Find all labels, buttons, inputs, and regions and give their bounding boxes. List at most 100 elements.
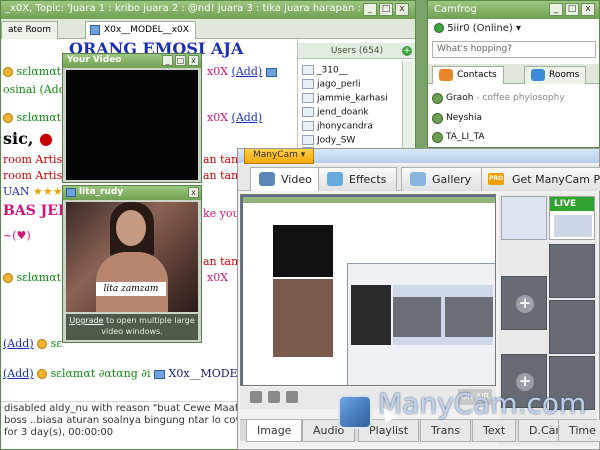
close-icon[interactable]: x (188, 55, 199, 66)
contacts-icon (439, 69, 453, 81)
empty-source-slot[interactable]: + (501, 276, 547, 330)
tab-get-pro[interactable]: PRO Get ManyCam Pro (481, 167, 600, 191)
video-caption: lita zamzam (96, 282, 166, 296)
user-item[interactable]: _310__ (302, 65, 348, 76)
chat-line: sic, ● (3, 129, 53, 148)
maximize-icon[interactable]: □ (175, 55, 186, 66)
upgrade-link[interactable]: Upgrade (69, 316, 103, 325)
add-user-icon[interactable]: + (402, 46, 412, 56)
tab-trans[interactable]: Trans (420, 420, 472, 442)
manycam-bottom-tabs: Image Audio Playlist Trans Text D.Cam Ti… (240, 419, 600, 442)
contact-avatar-icon (432, 132, 443, 143)
pc-icon (153, 369, 165, 379)
close-icon[interactable]: x (395, 3, 409, 16)
tab-rooms[interactable]: Rooms (524, 66, 587, 84)
user-item[interactable]: jago_perli (302, 79, 361, 90)
pro-badge: PRO (488, 173, 504, 185)
camfrog-panel: Camfrog _ □ x 5iir0 (Online) ▾ What's ho… (427, 0, 600, 148)
upgrade-notice: Upgrade to open multiple large video win… (66, 314, 198, 340)
tab-video[interactable]: Video (250, 167, 323, 191)
webcam-icon (302, 65, 314, 75)
stars-icon: ★★★ (33, 185, 63, 198)
tab-image[interactable]: Image (246, 420, 303, 442)
minimize-icon[interactable]: _ (549, 3, 563, 16)
maximize-icon[interactable]: □ (565, 3, 579, 16)
lita-video-feed: lita zamzam (66, 202, 198, 312)
user-item[interactable]: jend_doank (302, 107, 369, 118)
close-icon[interactable]: x (188, 187, 199, 198)
chat-line: (Add) sεlαmαt ∂αtαng ∂i X0x__MODEL (3, 367, 245, 380)
tab-text[interactable]: Text (472, 420, 517, 442)
source-thumb[interactable] (501, 196, 547, 240)
user-item[interactable]: jhonycandra (302, 121, 373, 132)
tab-effects[interactable]: Effects (318, 167, 398, 191)
tab-contacts[interactable]: Contacts (432, 66, 504, 84)
close-icon[interactable]: x (581, 3, 595, 16)
contact-item[interactable]: Graoh - coffee phylosophy (432, 93, 565, 104)
smiley-icon (3, 113, 13, 123)
gallery-icon (410, 172, 426, 186)
user-item[interactable]: jammie_karhasi (302, 93, 388, 104)
users-header: Users (654) (298, 43, 415, 59)
status-message-input[interactable]: What's hopping? (432, 41, 596, 58)
minimize-icon[interactable]: _ (363, 3, 377, 16)
smiley-icon (37, 369, 48, 379)
webcam-icon (66, 188, 76, 197)
contact-item[interactable]: Neyshia (432, 113, 482, 124)
chat-line-room: x0X (Add) (207, 65, 277, 78)
chat-line-room: x0X (Add) (207, 111, 263, 124)
window-controls: _ □ x (363, 3, 409, 16)
empty-source-slot[interactable] (549, 300, 595, 354)
smiley-icon (3, 67, 13, 77)
chevron-down-icon: ▾ (516, 23, 522, 34)
tab-time[interactable]: Time (558, 420, 600, 442)
chat-window-title: _x0X, Topic: 'Juara 1 : kribo juara 2 : … (1, 1, 415, 19)
window-controls: _ □ x (162, 55, 199, 66)
preview-screenshot (243, 197, 495, 385)
source-thumb[interactable]: LIVE (549, 196, 595, 240)
snapshot-icon[interactable] (268, 391, 280, 403)
chat-line: sεlαmαt (3, 65, 61, 78)
manycam-preview (240, 194, 496, 386)
chat-line: sεlαmαt (3, 271, 61, 284)
tab-room-x0x-model[interactable]: X0x__MODEL__x0X (85, 21, 196, 39)
rooms-icon (531, 69, 545, 81)
users-scrollbar[interactable] (402, 61, 414, 151)
window-controls: x (188, 187, 199, 198)
your-video-window[interactable]: Your Video _ □ x (62, 53, 202, 183)
record-icon[interactable] (250, 391, 262, 403)
your-video-feed (66, 70, 198, 180)
tab-private-room[interactable]: ate Room (1, 21, 59, 39)
chat-line-room: x0X (207, 271, 229, 284)
webcam-icon (302, 79, 314, 89)
camfrog-user-status[interactable]: 5iir0 (Online) ▾ (434, 23, 521, 34)
maximize-icon[interactable]: □ (379, 3, 393, 16)
empty-source-slot[interactable] (549, 244, 595, 298)
lita-video-title: lita_rudy (63, 186, 201, 200)
chat-line: osinai (Add) (3, 83, 71, 96)
lita-video-window[interactable]: lita_rudy x lita zamzam Upgrade to open … (62, 185, 202, 343)
add-source-icon[interactable]: + (516, 295, 534, 313)
webcam-icon (302, 135, 314, 145)
manycam-window: ManyCam ▾ Video Effects Gallery PRO Get … (237, 148, 600, 450)
video-icon (259, 172, 275, 186)
pc-icon (265, 67, 277, 77)
manycam-menu-button[interactable]: ManyCam ▾ (244, 149, 315, 164)
contact-avatar-icon (432, 113, 443, 124)
window-controls: _ □ x (549, 3, 595, 16)
user-item[interactable]: Jody_SW (302, 135, 355, 146)
settings-icon[interactable] (286, 391, 298, 403)
chevron-down-icon: ▾ (300, 150, 306, 160)
contact-item[interactable]: TA_LI_TA (432, 132, 485, 143)
smiley-icon (37, 339, 48, 349)
online-status-icon (434, 23, 444, 33)
smiley-icon (3, 273, 13, 283)
manycam-logo-icon (338, 395, 372, 429)
tab-gallery[interactable]: Gallery (401, 167, 483, 191)
manycam-watermark: ManyCam.com (378, 387, 587, 420)
chat-line: room Artis (3, 169, 63, 182)
effects-icon (327, 172, 343, 186)
minimize-icon[interactable]: _ (162, 55, 173, 66)
webcam-icon (302, 93, 314, 103)
chat-line: (Add) sε (3, 337, 62, 350)
